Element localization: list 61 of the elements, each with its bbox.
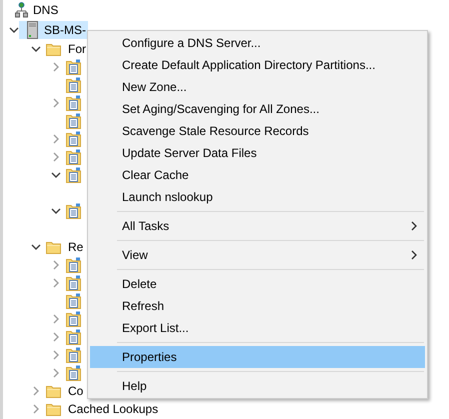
chevron-right-icon[interactable] <box>51 134 61 144</box>
folder-icon <box>46 42 61 56</box>
chevron-down-icon[interactable] <box>31 242 41 252</box>
zone-file-icon <box>66 167 81 183</box>
zone-file-icon <box>66 77 81 93</box>
menu-item[interactable]: Clear Cache <box>90 164 425 186</box>
zone-file-icon <box>66 275 81 291</box>
chevron-right-icon[interactable] <box>51 152 61 162</box>
menu-item[interactable]: Delete <box>90 273 425 295</box>
chevron-right-icon[interactable] <box>51 278 61 288</box>
zone-file-icon <box>66 113 81 129</box>
tree-item[interactable]: SB-MS- <box>19 21 88 39</box>
menu-item[interactable]: View <box>90 244 425 266</box>
zone-file-icon <box>66 365 81 381</box>
zone-file-icon <box>66 329 81 345</box>
menu-item[interactable]: Configure a DNS Server... <box>90 32 425 54</box>
chevron-down-icon[interactable] <box>31 44 41 54</box>
zone-file-icon <box>66 311 81 327</box>
chevron-right-icon[interactable] <box>31 404 41 414</box>
menu-item[interactable]: Properties <box>90 346 425 368</box>
zone-file-icon <box>66 95 81 111</box>
zone-file-icon <box>66 293 81 309</box>
zone-file-icon <box>66 257 81 273</box>
menu-item[interactable]: Set Aging/Scavenging for All Zones... <box>90 98 425 120</box>
menu-item[interactable]: Create Default Application Directory Partitions... <box>90 54 425 76</box>
chevron-right-icon[interactable] <box>51 368 61 378</box>
zone-file-icon <box>66 149 81 165</box>
chevron-right-icon[interactable] <box>51 332 61 342</box>
network-icon <box>15 2 28 18</box>
menu-item[interactable]: Refresh <box>90 295 425 317</box>
tree-item-label[interactable]: For <box>66 40 88 58</box>
menu-item[interactable]: Help <box>90 375 425 397</box>
chevron-down-icon[interactable] <box>9 25 19 35</box>
tree-item-label[interactable]: DNS <box>31 1 60 19</box>
folder-icon <box>46 240 61 254</box>
menu-item[interactable]: Scavenge Stale Resource Records <box>90 120 425 142</box>
zone-file-icon <box>66 203 81 219</box>
chevron-right-icon[interactable] <box>51 260 61 270</box>
chevron-right-icon[interactable] <box>51 98 61 108</box>
chevron-right-icon[interactable] <box>51 62 61 72</box>
chevron-right-icon <box>411 221 417 231</box>
tree-item-label[interactable]: Co <box>66 382 86 400</box>
chevron-right-icon[interactable] <box>51 314 61 324</box>
chevron-right-icon[interactable] <box>31 386 41 396</box>
folder-icon <box>46 384 61 398</box>
menu-item[interactable]: New Zone... <box>90 76 425 98</box>
menu-item[interactable]: All Tasks <box>90 215 425 237</box>
menu-item[interactable]: Launch nslookup <box>90 186 425 208</box>
server-icon <box>27 21 38 39</box>
menu-item[interactable]: Export List... <box>90 317 425 339</box>
zone-file-icon <box>66 131 81 147</box>
chevron-down-icon[interactable] <box>51 206 61 216</box>
chevron-right-icon[interactable] <box>51 350 61 360</box>
zone-file-icon <box>66 59 81 75</box>
folder-icon <box>46 402 61 416</box>
menu-item[interactable]: Update Server Data Files <box>90 142 425 164</box>
chevron-right-icon <box>411 250 417 260</box>
tree-item-label[interactable]: Re <box>66 238 86 256</box>
chevron-down-icon[interactable] <box>51 170 61 180</box>
zone-file-icon <box>66 347 81 363</box>
tree-item-label[interactable]: Cached Lookups <box>66 400 160 418</box>
